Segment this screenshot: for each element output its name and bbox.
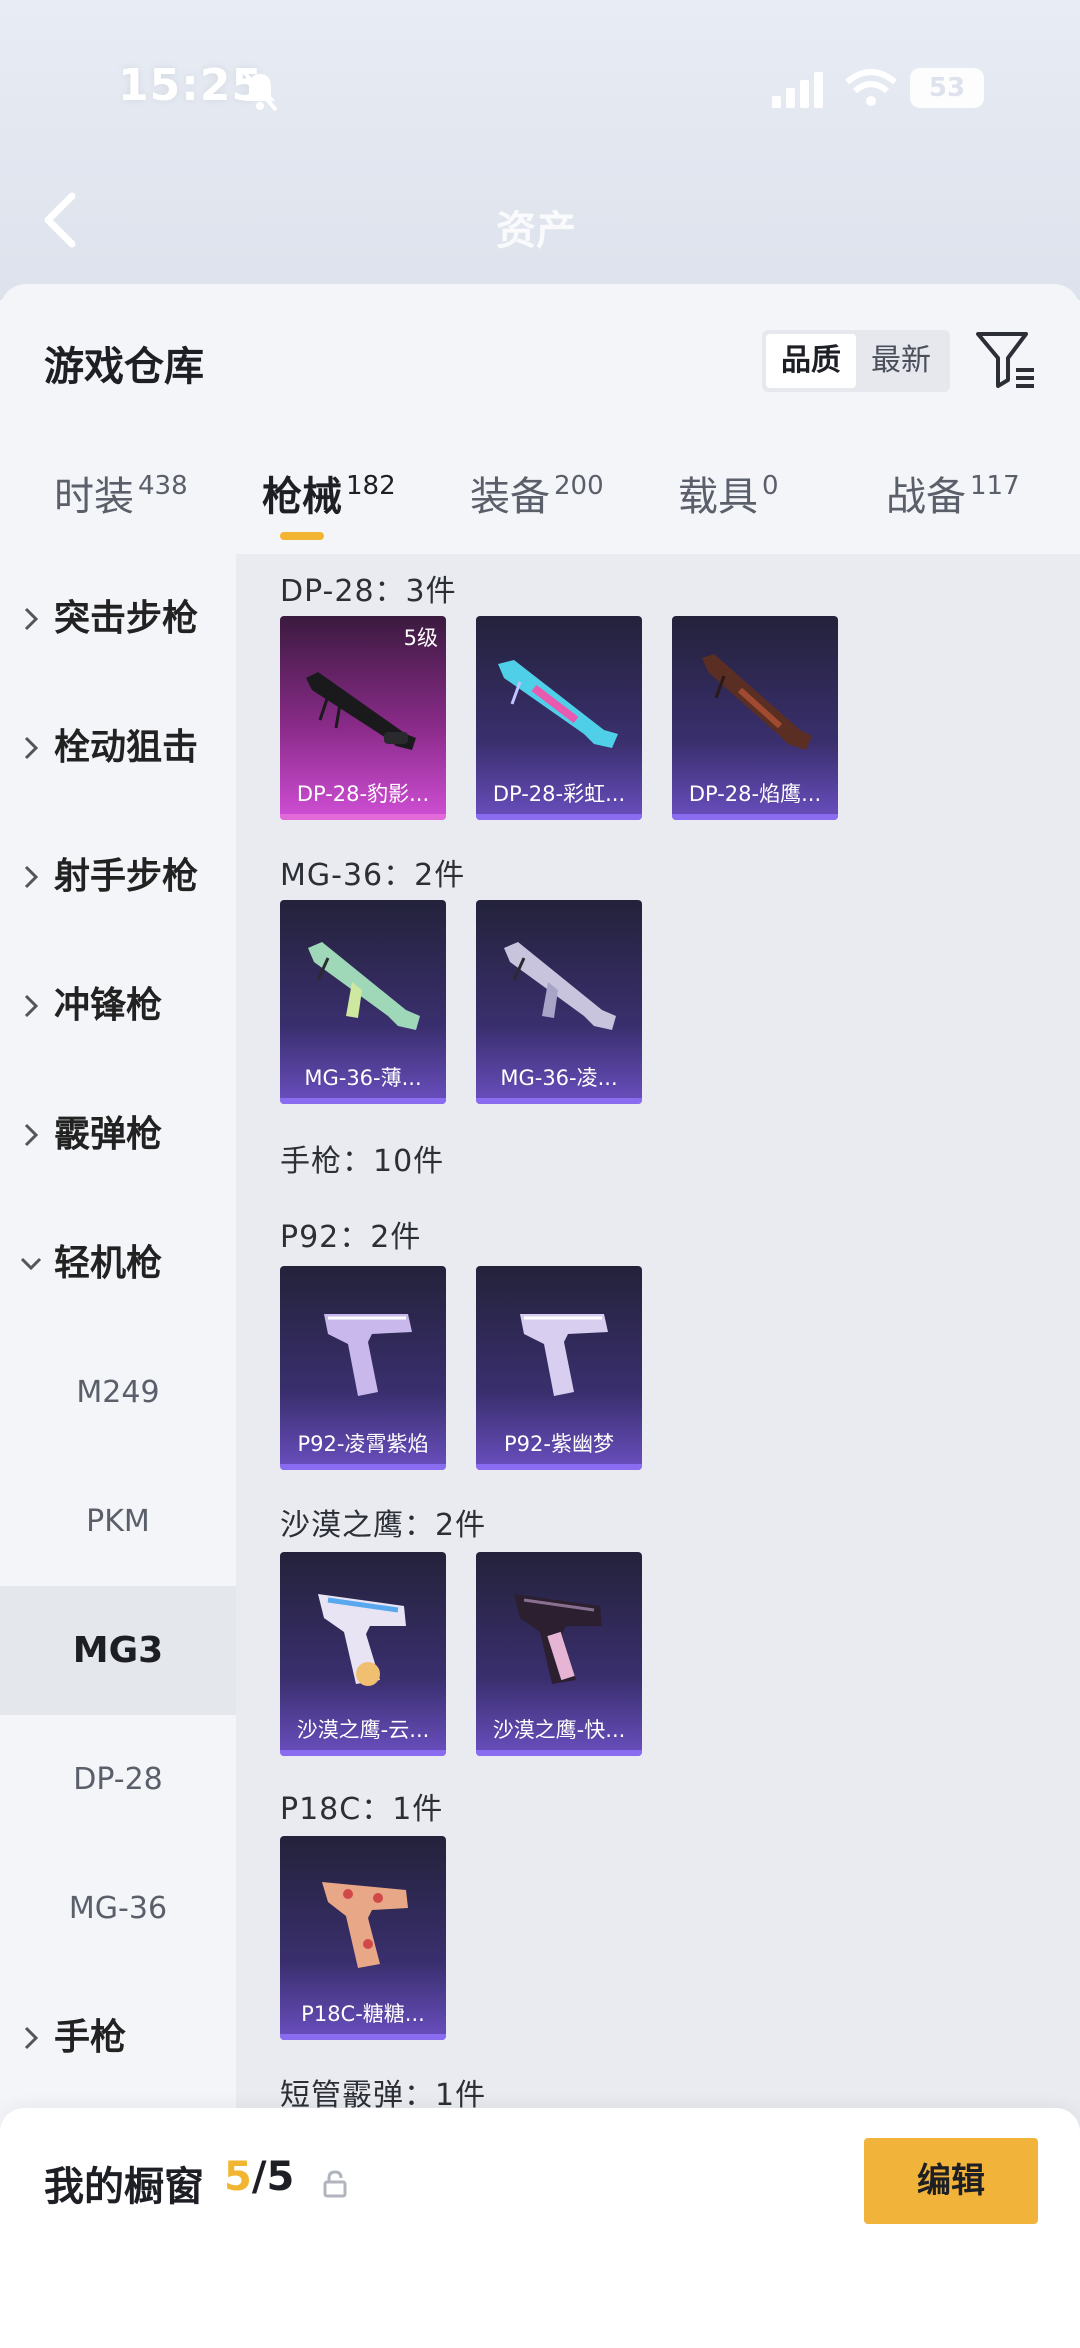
sort-quality-button[interactable]: 品质 [766,334,856,388]
pistol-skin-icon [318,1594,406,1686]
skin-name: 沙漠之鹰-云... [296,1718,430,1742]
skin-name: DP-28-彩虹... [492,782,626,806]
rarity-stripe [280,1464,446,1470]
skin-card[interactable]: MG-36-薄... [280,900,446,1104]
showcase-count: 5/5 [224,2154,295,2200]
pistol-skin-icon [324,1314,412,1396]
header-title: 资产 [496,208,576,254]
skin-card[interactable]: DP-28-彩虹... [476,616,642,820]
sidebar-subitem-pkm[interactable]: PKM [0,1457,236,1586]
sidebar-item-bolt-sniper[interactable]: 栓动狙击 [0,683,236,812]
pistol-skin-icon [520,1314,608,1396]
rarity-stripe [476,1750,642,1756]
mute-bell-icon [242,70,278,112]
group-title-desert-eagle: 沙漠之鹰：2件 [280,1508,487,1543]
tab-supplies[interactable]: 战备 117 [886,464,1020,564]
battery-level: 53 [910,68,984,108]
skin-name: MG-36-薄... [304,1066,422,1090]
chevron-down-icon [20,1257,42,1270]
sidebar-item-smg[interactable]: 冲锋枪 [0,941,236,1070]
skin-level-badge: 5级 [403,626,438,650]
sidebar-item-marksman-rifle[interactable]: 射手步枪 [0,812,236,941]
lmg-skin-icon [498,660,618,748]
lmg-skin-icon [306,672,416,750]
sidebar-subitem-mg3[interactable]: MG3 [0,1586,236,1715]
weapon-category-sidebar: 突击步枪 栓动狙击 射手步枪 冲锋枪 霰弹枪 轻机枪 M249 PKM MG3 … [0,554,236,2348]
group-title-p18c: P18C：1件 [280,1792,444,1827]
category-tabs: 时装 438 枪械 182 装备 200 载具 0 战备 117 [0,464,1080,564]
pistol-skin-icon [322,1882,408,1968]
group-title-p92: P92：2件 [280,1220,422,1255]
tab-equipment[interactable]: 装备 200 [470,464,604,564]
status-bar: 15:25 53 [0,52,1080,132]
sort-newest-button[interactable]: 最新 [856,334,946,388]
filter-icon[interactable] [974,328,1038,392]
chevron-right-icon [24,865,39,888]
rarity-stripe [476,1098,642,1104]
rarity-stripe [476,1464,642,1470]
page-title: 游戏仓库 [44,344,204,390]
skin-name: P92-凌霄紫焰 [297,1432,429,1456]
warehouse-sheet: 游戏仓库 品质 最新 时装 438 枪械 182 装备 200 载具 0 战备 117 突 [0,284,1080,2348]
sort-toggle: 品质 最新 [762,330,950,392]
signal-icon [772,72,823,108]
sidebar-item-shotgun[interactable]: 霰弹枪 [0,1070,236,1199]
rarity-stripe [672,814,838,820]
rarity-stripe [280,1750,446,1756]
skin-name: DP-28-豹影... [296,782,430,806]
lock-icon [323,2170,347,2198]
sidebar-item-lmg[interactable]: 轻机枪 [0,1199,236,1328]
lmg-skin-icon [702,654,812,750]
rarity-stripe [280,814,446,820]
skin-name: 沙漠之鹰-快... [492,1718,626,1742]
group-title-pistol: 手枪：10件 [280,1144,445,1179]
skin-card[interactable]: P18C-糖糖... [280,1836,446,2040]
edit-showcase-button[interactable]: 编辑 [864,2138,1038,2224]
group-title-mg36: MG-36：2件 [280,858,466,893]
rarity-stripe [280,1098,446,1104]
sidebar-item-pistol[interactable]: 手枪 [0,1973,236,2102]
rarity-stripe [280,2034,446,2040]
skin-name: MG-36-凌... [500,1066,618,1090]
skin-card[interactable]: 5级 DP-28-豹影... [280,616,446,820]
group-title-dp28: DP-28：3件 [280,574,457,609]
tab-vehicles[interactable]: 载具 0 [678,464,779,564]
tab-firearms[interactable]: 枪械 182 [262,464,396,564]
chevron-right-icon [24,607,39,630]
chevron-right-icon [24,994,39,1017]
lmg-skin-icon [308,942,420,1030]
skin-card[interactable]: DP-28-焰鹰... [672,616,838,820]
skin-name: DP-28-焰鹰... [688,782,822,806]
showcase-bar: 我的橱窗 5/5 编辑 [0,2108,1080,2348]
skin-card[interactable]: P92-紫幽梦 [476,1266,642,1470]
back-arrow-icon[interactable] [40,190,80,250]
sidebar-item-assault-rifle[interactable]: 突击步枪 [0,554,236,683]
skin-card[interactable]: P92-凌霄紫焰 [280,1266,446,1470]
wifi-icon [845,69,897,106]
active-tab-indicator [280,532,324,540]
showcase-label: 我的橱窗 [44,2164,204,2210]
sidebar-subitem-dp28[interactable]: DP-28 [0,1715,236,1844]
pistol-skin-icon [514,1594,602,1684]
skin-card[interactable]: 沙漠之鹰-快... [476,1552,642,1756]
weapon-skin-list: DP-28：3件 5级 DP-28-豹影... DP-28-彩虹... DP-2… [236,554,1080,2348]
skin-name: P92-紫幽梦 [504,1432,614,1456]
sidebar-subitem-mg36[interactable]: MG-36 [0,1844,236,1973]
skin-card[interactable]: 沙漠之鹰-云... [280,1552,446,1756]
chevron-right-icon [24,1123,39,1146]
chevron-right-icon [24,736,39,759]
skin-name: P18C-糖糖... [301,2002,425,2026]
sidebar-subitem-m249[interactable]: M249 [0,1328,236,1457]
rarity-stripe [476,814,642,820]
skin-card[interactable]: MG-36-凌... [476,900,642,1104]
background-header: 15:25 53 资产 [0,0,1080,300]
lmg-skin-icon [504,942,616,1030]
chevron-right-icon [24,2026,39,2049]
tab-fashion[interactable]: 时装 438 [54,464,188,564]
